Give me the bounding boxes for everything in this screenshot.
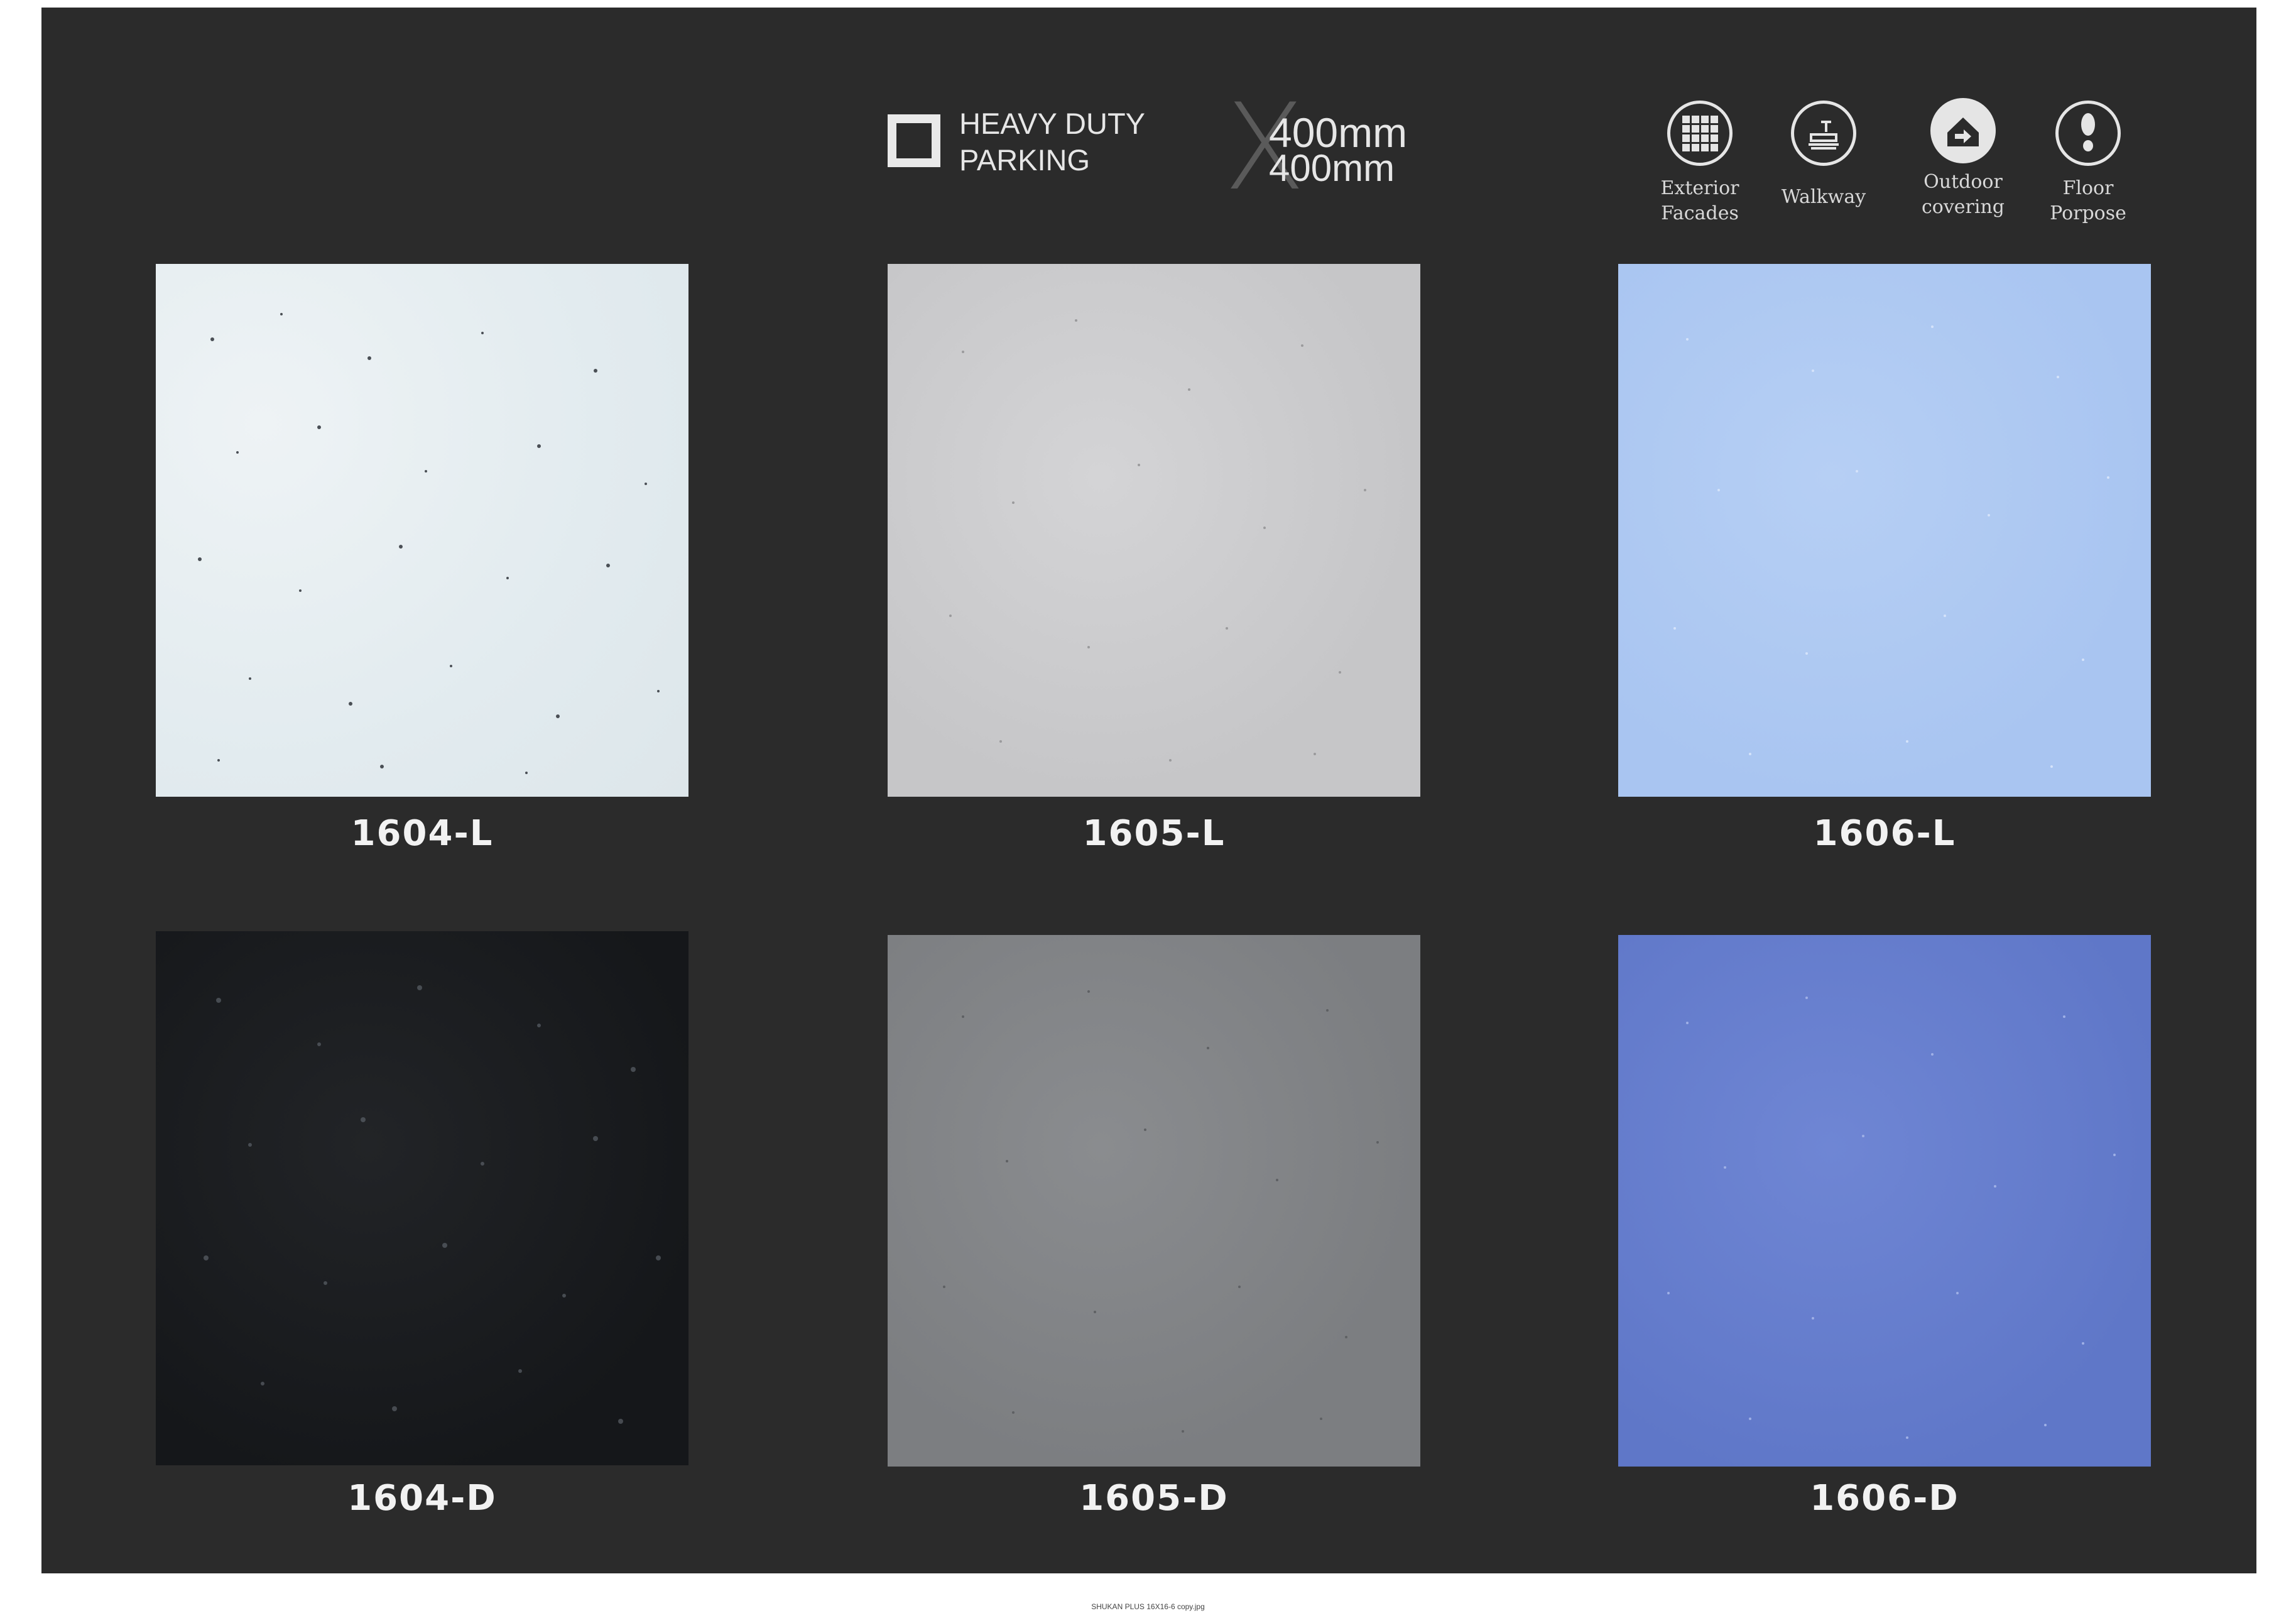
tile-code: 1604-L: [351, 813, 494, 854]
product-tag-text: HEAVY DUTY PARKING: [959, 106, 1145, 178]
usage-label: Outdoor covering: [1921, 171, 2005, 218]
product-tag-line2: PARKING: [959, 143, 1091, 177]
product-tag: HEAVY DUTY PARKING: [888, 106, 1145, 178]
tile-swatch: [888, 935, 1420, 1467]
tile-code: 1606-L: [1813, 813, 1956, 854]
tile-texture: [1667, 997, 2116, 1439]
usage-label: Exterior Facades: [1660, 177, 1739, 224]
usage-outdoor-covering: Outdoor covering: [1919, 98, 2007, 220]
tile-swatch: [888, 264, 1420, 797]
footprint-icon: [2055, 101, 2121, 166]
walkway-icon: [1791, 101, 1856, 166]
tile-texture: [949, 319, 1366, 762]
tile-code: 1606-D: [1810, 1478, 1959, 1519]
tile-swatch: [156, 931, 688, 1465]
square-icon: [888, 114, 940, 167]
tile-code: 1605-D: [1079, 1478, 1229, 1519]
tile-texture: [943, 990, 1379, 1433]
outdoor-covering-icon: [1930, 98, 1996, 163]
tile-code: 1604-D: [347, 1478, 497, 1519]
tile-swatch: [1618, 264, 2151, 797]
usage-walkway: Walkway: [1780, 101, 1868, 210]
tile-texture: [204, 985, 661, 1424]
tile-texture: [1673, 325, 2109, 768]
tile-swatch: [156, 264, 688, 797]
usage-label: Walkway: [1781, 186, 1866, 208]
tile-code: 1605-L: [1082, 813, 1226, 854]
size-height: 400mm: [1269, 147, 1395, 189]
file-caption: SHUKAN PLUS 16X16-6 copy.jpg: [1091, 1602, 1205, 1611]
grid-icon: [1667, 101, 1733, 166]
tile-size: X 400mm 400mm: [1224, 88, 1431, 207]
product-tag-line1: HEAVY DUTY: [959, 107, 1145, 140]
tile-swatch: [1618, 935, 2151, 1467]
tile-texture: [198, 313, 660, 774]
usage-exterior-facades: Exterior Facades: [1656, 101, 1744, 226]
usage-label: Floor Porpose: [2050, 177, 2126, 224]
usage-floor: Floor Porpose: [2044, 101, 2132, 226]
